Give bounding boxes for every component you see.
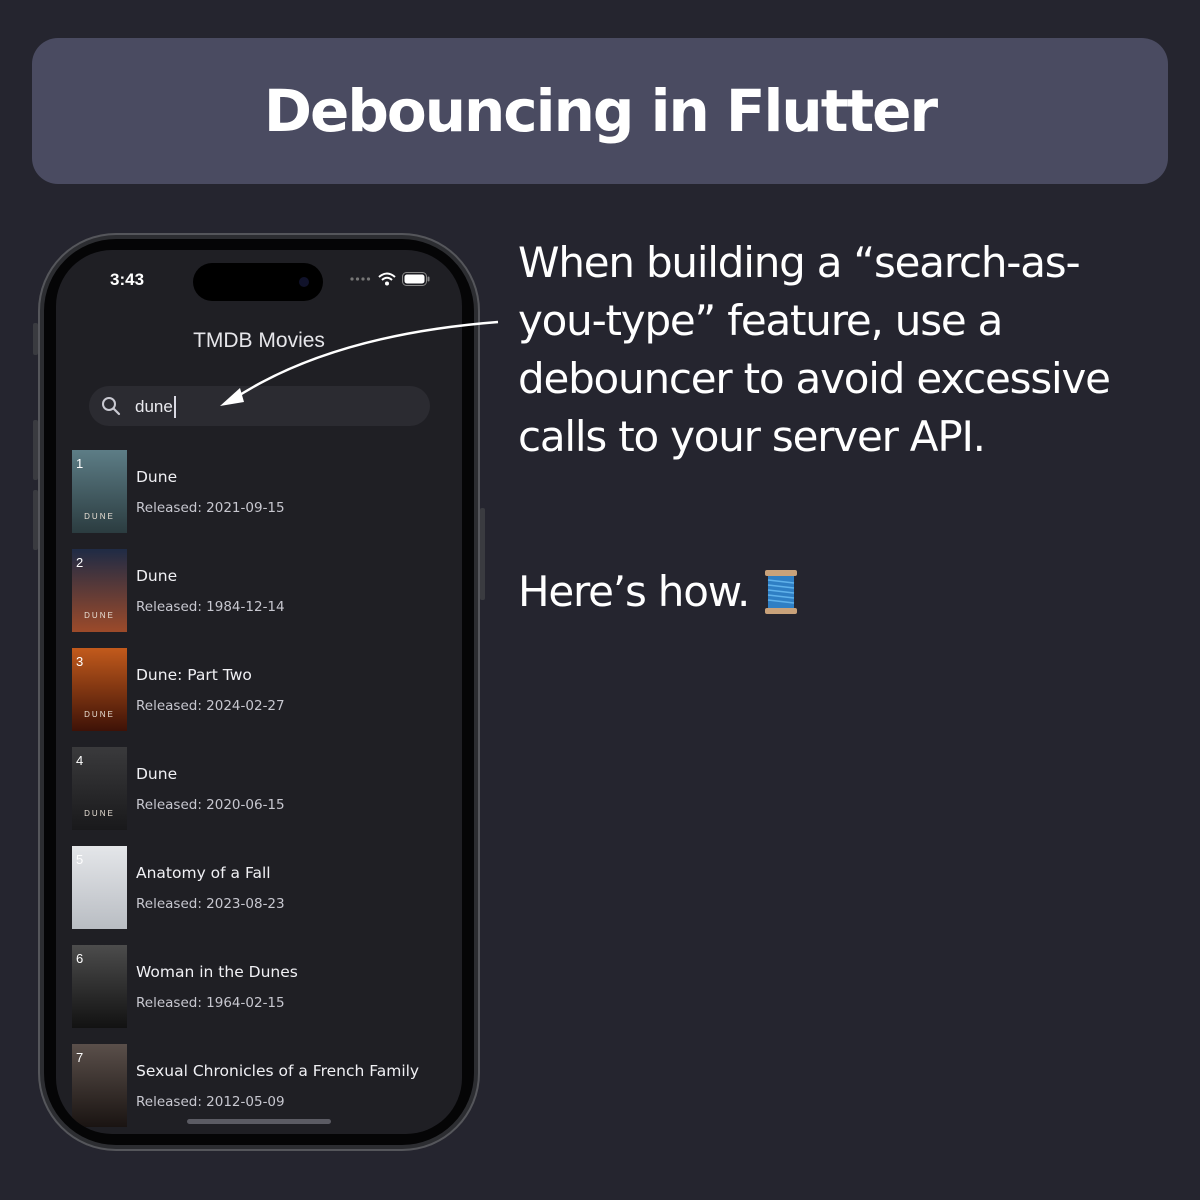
movie-title: Dune	[136, 567, 178, 585]
list-item[interactable]: 6 Woman in the Dunes Released: 1964-02-1…	[72, 945, 462, 1044]
spool-of-thread-icon	[765, 570, 798, 614]
result-index: 5	[76, 852, 84, 867]
movie-release-date: Released: 1984-12-14	[136, 599, 285, 615]
search-input[interactable]: dune	[135, 396, 176, 418]
movie-title: Sexual Chronicles of a French Family	[136, 1062, 420, 1080]
movie-release-date: Released: 2020-06-15	[136, 797, 285, 813]
title-banner: Debouncing in Flutter	[32, 38, 1168, 184]
howto-text: Here’s how.	[518, 567, 750, 616]
movie-poster: 1 DUNE	[72, 450, 127, 533]
search-input-value: dune	[135, 397, 173, 416]
banner-title: Debouncing in Flutter	[263, 77, 938, 145]
result-index: 7	[76, 1050, 84, 1065]
results-list: 1 DUNE Dune Released: 2021-09-15 2 DUNE …	[72, 450, 462, 1134]
movie-release-date: Released: 1964-02-15	[136, 995, 285, 1011]
signal-dots-icon	[350, 277, 371, 281]
status-icons	[350, 272, 430, 286]
text-caret	[173, 396, 176, 418]
poster-title-text: DUNE	[84, 809, 115, 818]
list-item[interactable]: 4 DUNE Dune Released: 2020-06-15	[72, 747, 462, 846]
poster-title-text: DUNE	[84, 710, 115, 719]
poster-title-text: DUNE	[84, 611, 115, 620]
list-item[interactable]: 2 DUNE Dune Released: 1984-12-14	[72, 549, 462, 648]
battery-icon	[402, 272, 430, 286]
movie-title: Dune	[136, 468, 178, 486]
movie-poster: 6	[72, 945, 127, 1028]
movie-title: Woman in the Dunes	[136, 963, 298, 981]
result-index: 1	[76, 456, 84, 471]
result-index: 6	[76, 951, 84, 966]
result-index: 2	[76, 555, 84, 570]
movie-release-date: Released: 2012-05-09	[136, 1094, 285, 1110]
movie-title: Dune: Part Two	[136, 666, 252, 684]
wifi-icon	[378, 272, 396, 286]
camera-dot	[299, 277, 309, 287]
dynamic-island	[193, 263, 323, 301]
movie-poster: 7	[72, 1044, 127, 1127]
home-indicator[interactable]	[187, 1119, 331, 1124]
search-bar[interactable]: dune	[89, 386, 430, 426]
description-text: When building a “search-as-you-type” fea…	[518, 238, 1111, 461]
phone-screen: 3:43 TMDB Movies dune 1 DUNE Dune Releas…	[56, 250, 462, 1134]
phone-power-button	[480, 508, 485, 600]
movie-poster: 5	[72, 846, 127, 929]
movie-release-date: Released: 2024-02-27	[136, 698, 285, 714]
list-item[interactable]: 1 DUNE Dune Released: 2021-09-15	[72, 450, 462, 549]
movie-poster: 3 DUNE	[72, 648, 127, 731]
movie-release-date: Released: 2023-08-23	[136, 896, 285, 912]
howto-line: Here’s how.	[518, 563, 1158, 621]
app-title: TMDB Movies	[193, 329, 325, 352]
status-time: 3:43	[110, 270, 145, 289]
poster-title-text: DUNE	[84, 512, 115, 521]
movie-poster: 2 DUNE	[72, 549, 127, 632]
movie-release-date: Released: 2021-09-15	[136, 500, 285, 516]
result-index: 3	[76, 654, 84, 669]
movie-poster: 4 DUNE	[72, 747, 127, 830]
movie-title: Dune	[136, 765, 178, 783]
list-item[interactable]: 5 Anatomy of a Fall Released: 2023-08-23	[72, 846, 462, 945]
result-index: 4	[76, 753, 84, 768]
movie-title: Anatomy of a Fall	[136, 864, 271, 882]
list-item[interactable]: 3 DUNE Dune: Part Two Released: 2024-02-…	[72, 648, 462, 747]
search-icon	[102, 397, 121, 416]
